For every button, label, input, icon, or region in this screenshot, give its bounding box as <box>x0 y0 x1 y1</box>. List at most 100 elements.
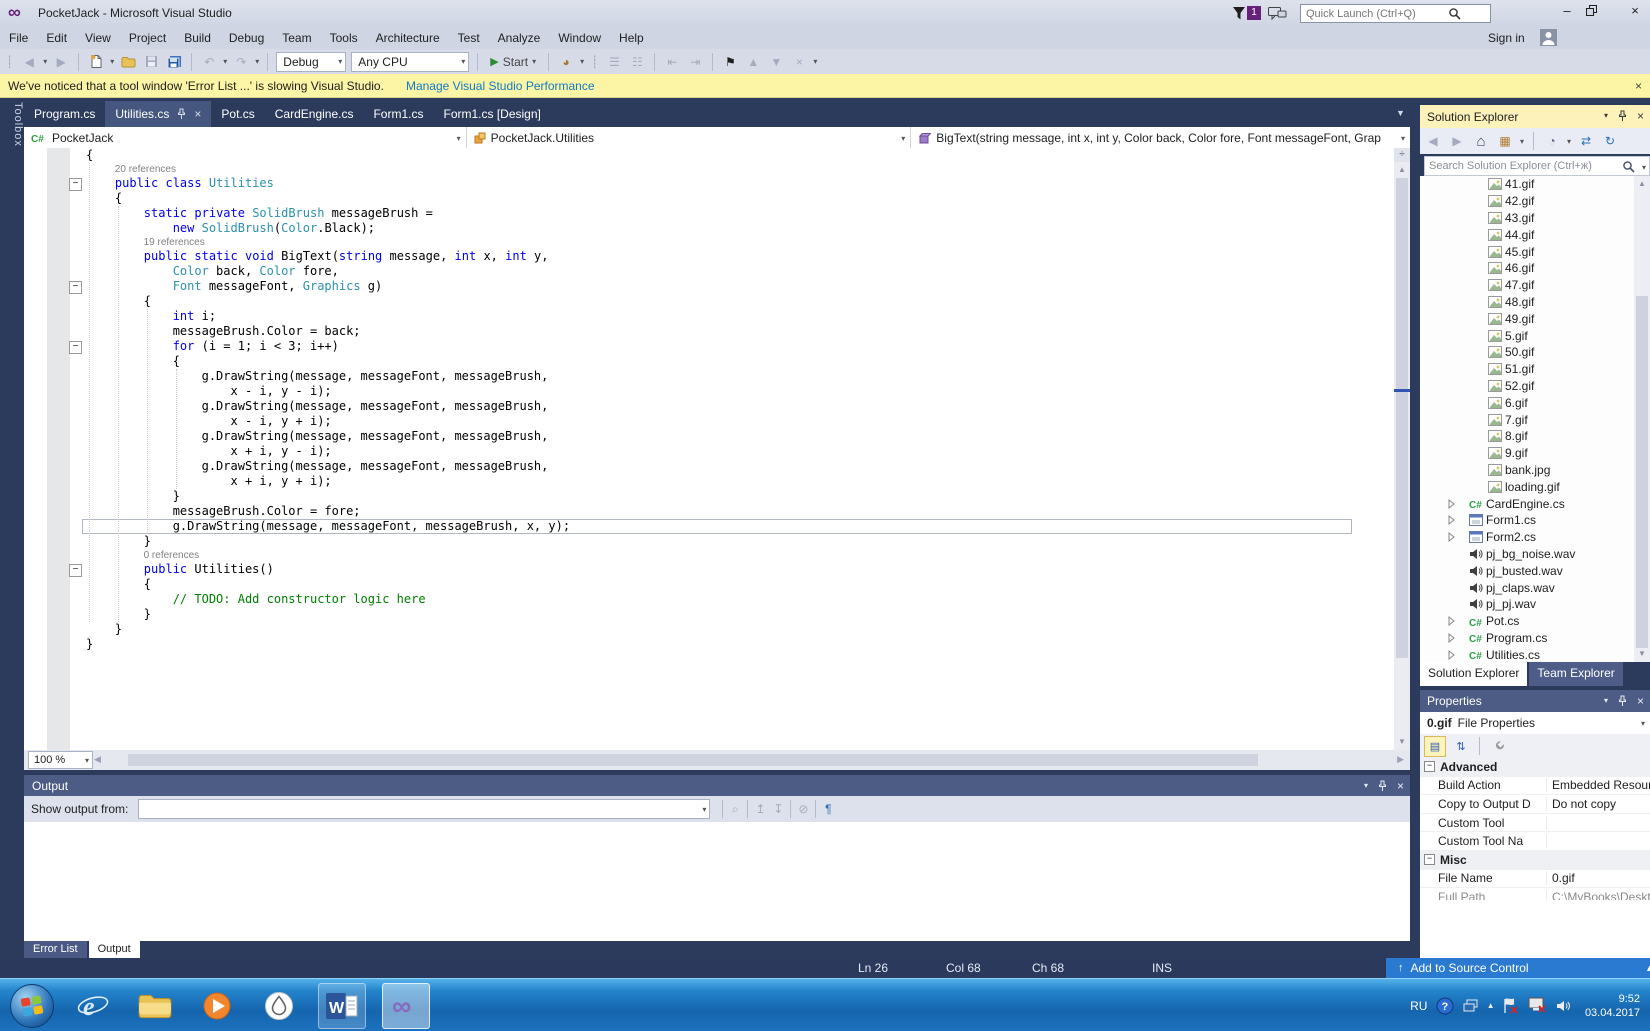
pin-icon[interactable] <box>1617 695 1628 707</box>
taskbar-drop-app[interactable] <box>256 984 302 1028</box>
menu-file[interactable]: File <box>0 27 37 49</box>
properties-panel-header[interactable]: Properties ▾ × <box>1420 690 1650 712</box>
collapse-region-icon[interactable]: − <box>69 341 82 354</box>
solution-item-8.gif[interactable]: 8.gif <box>1420 428 1634 445</box>
solution-item-program.cs[interactable]: C#Program.cs <box>1420 630 1634 647</box>
collapse-region-icon[interactable]: − <box>69 281 82 294</box>
toggle-bookmark-icon[interactable]: ⚑ <box>721 53 739 71</box>
solution-item-pj_pj.wav[interactable]: pj_pj.wav <box>1420 596 1634 613</box>
code-line-32[interactable]: } <box>24 622 1394 637</box>
solution-item-pj_busted.wav[interactable]: pj_busted.wav <box>1420 562 1634 579</box>
refresh-icon[interactable]: ↻ <box>1601 132 1619 150</box>
code-line-16[interactable]: x - i, y - i); <box>24 384 1394 399</box>
solution-item-49.gif[interactable]: 49.gif <box>1420 310 1634 327</box>
code-line-28[interactable]: − public Utilities() <box>24 562 1394 577</box>
code-line-current[interactable]: g.DrawString(message, messageFont, messa… <box>24 519 1394 534</box>
previous-bookmark-icon[interactable]: ▲ <box>744 53 762 71</box>
window-stack-icon[interactable] <box>1463 999 1479 1013</box>
search-icon[interactable] <box>1622 160 1635 173</box>
code-line-18[interactable]: x - i, y + i); <box>24 414 1394 429</box>
solution-item-pot.cs[interactable]: C#Pot.cs <box>1420 613 1634 630</box>
code-line-17[interactable]: g.DrawString(message, messageFont, messa… <box>24 399 1394 414</box>
solution-item-45.gif[interactable]: 45.gif <box>1420 243 1634 260</box>
minimize-button[interactable]: – <box>1552 0 1582 22</box>
code-line-14[interactable]: { <box>24 354 1394 369</box>
solution-configuration-select[interactable]: Debug▾ <box>276 52 346 72</box>
start-button[interactable] <box>10 984 54 1028</box>
undo-icon[interactable]: ↶ <box>200 53 218 71</box>
sync-with-active-document-icon[interactable]: ⇄ <box>1577 132 1595 150</box>
solution-item-form2.cs[interactable]: Form2.cs <box>1420 529 1634 546</box>
next-bookmark-icon[interactable]: ▼ <box>767 53 785 71</box>
solution-item-6.gif[interactable]: 6.gif <box>1420 394 1634 411</box>
solution-item-form1.cs[interactable]: Form1.cs <box>1420 512 1634 529</box>
start-debug-button[interactable]: ▶ Start ▾ <box>486 52 540 72</box>
close-icon[interactable]: × <box>1635 79 1642 93</box>
undo-dropdown-icon[interactable]: ▾ <box>223 57 227 66</box>
menu-window[interactable]: Window <box>549 27 610 49</box>
clear-all-icon[interactable]: ⊘ <box>794 800 812 818</box>
menu-view[interactable]: View <box>76 27 120 49</box>
code-line-10[interactable]: { <box>24 294 1394 309</box>
taskbar-internet-explorer[interactable]: e <box>70 984 116 1028</box>
increase-indent-icon[interactable]: ⇥ <box>686 53 704 71</box>
tab-cardengine.cs[interactable]: CardEngine.cs <box>265 101 364 127</box>
menu-project[interactable]: Project <box>120 27 175 49</box>
tab-form1.cs[interactable]: Form1.cs <box>363 101 433 127</box>
help-icon[interactable]: ? <box>1436 997 1454 1015</box>
scroll-left-icon[interactable]: ◀ <box>94 754 101 765</box>
menu-help[interactable]: Help <box>610 27 653 49</box>
add-to-source-control-button[interactable]: ↑ Add to Source Control ▲ <box>1386 958 1650 978</box>
tab-pot.cs[interactable]: Pot.cs <box>211 101 264 127</box>
scrollbar-thumb[interactable] <box>1396 178 1408 658</box>
code-line-12[interactable]: messageBrush.Color = back; <box>24 324 1394 339</box>
property-value[interactable]: Embedded Resource <box>1547 778 1650 792</box>
code-line-22[interactable]: x + i, y + i); <box>24 474 1394 489</box>
tab-team-explorer[interactable]: Team Explorer <box>1529 662 1622 686</box>
code-line-21[interactable]: g.DrawString(message, messageFont, messa… <box>24 459 1394 474</box>
property-value[interactable]: 0.gif <box>1547 871 1650 885</box>
window-position-dropdown-icon[interactable]: ▾ <box>1604 696 1608 705</box>
navigate-back-dropdown-icon[interactable]: ▾ <box>43 57 47 66</box>
solution-item-41.gif[interactable]: 41.gif <box>1420 176 1634 193</box>
previous-message-icon[interactable]: ↥ <box>751 800 769 818</box>
menu-team[interactable]: Team <box>273 27 320 49</box>
zoom-level-select[interactable]: 100 %▾ <box>28 751 93 769</box>
new-file-dropdown-icon[interactable]: ▾ <box>110 57 114 66</box>
code-line-24[interactable]: messageBrush.Color = fore; <box>24 504 1394 519</box>
language-indicator[interactable]: RU <box>1410 999 1427 1013</box>
menu-architecture[interactable]: Architecture <box>367 27 449 49</box>
code-line-8[interactable]: Color back, Color fore, <box>24 264 1394 279</box>
property-section-misc[interactable]: −Misc <box>1420 851 1650 870</box>
volume-icon[interactable] <box>1556 999 1572 1013</box>
menu-edit[interactable]: Edit <box>37 27 76 49</box>
code-line-3[interactable]: { <box>24 191 1394 206</box>
network-status-icon[interactable] <box>1528 997 1547 1014</box>
editor-vertical-scrollbar[interactable]: ▲ ▼ <box>1394 162 1410 750</box>
show-all-files-icon[interactable]: ▦ <box>1496 132 1514 150</box>
toolbox-tab[interactable]: Toolbox <box>2 102 24 147</box>
output-content[interactable] <box>24 822 1410 941</box>
tab-output[interactable]: Output <box>89 941 140 958</box>
menu-build[interactable]: Build <box>175 27 220 49</box>
code-line-29[interactable]: { <box>24 577 1394 592</box>
scroll-down-icon[interactable]: ▼ <box>1394 736 1410 748</box>
property-section-advanced[interactable]: −Advanced <box>1420 758 1650 777</box>
member-select[interactable]: BigText(string message, int x, int y, Co… <box>911 127 1410 148</box>
forward-icon[interactable]: ▶ <box>1448 132 1466 150</box>
redo-icon[interactable]: ↷ <box>232 53 250 71</box>
horizontal-scrollbar-thumb[interactable] <box>128 754 1258 766</box>
solution-item-42.gif[interactable]: 42.gif <box>1420 193 1634 210</box>
search-icon[interactable] <box>1448 7 1461 20</box>
save-all-icon[interactable] <box>165 53 183 71</box>
solution-platform-select[interactable]: Any CPU▾ <box>351 52 469 72</box>
scroll-up-icon[interactable]: ▲ <box>1394 164 1410 176</box>
code-line-31[interactable]: } <box>24 607 1394 622</box>
scroll-up-icon[interactable]: ▲ <box>1634 178 1650 190</box>
taskbar-media-player[interactable] <box>194 984 240 1028</box>
new-file-icon[interactable] <box>87 53 105 71</box>
scroll-right-icon[interactable]: ▶ <box>1397 754 1404 765</box>
close-icon[interactable]: × <box>194 107 201 121</box>
navigate-forward-icon[interactable]: ▶ <box>52 53 70 71</box>
code-line-13[interactable]: − for (i = 1; i < 3; i++) <box>24 339 1394 354</box>
